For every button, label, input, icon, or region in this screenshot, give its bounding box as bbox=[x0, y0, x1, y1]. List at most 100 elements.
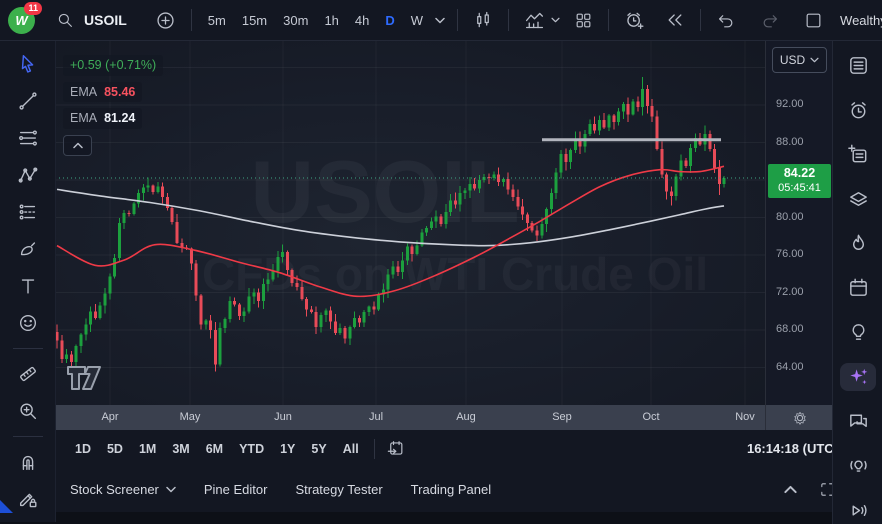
sidebar-watchlist[interactable] bbox=[840, 52, 876, 79]
price-tick-label: 76.00 bbox=[776, 248, 804, 260]
bottom-tab-trading-panel[interactable]: Trading Panel bbox=[411, 482, 491, 497]
broadcast-bulb-icon bbox=[847, 454, 870, 477]
tool-ruler[interactable] bbox=[9, 360, 47, 388]
chart-style-button[interactable] bbox=[466, 4, 500, 36]
cursor-icon bbox=[17, 53, 39, 75]
range-button-1D[interactable]: 1D bbox=[67, 442, 99, 456]
tool-cursor[interactable] bbox=[9, 50, 47, 78]
timeframe-15m[interactable]: 15m bbox=[234, 13, 275, 28]
undo-button[interactable] bbox=[709, 4, 742, 36]
range-button-YTD[interactable]: YTD bbox=[231, 442, 272, 456]
timeframe-group: 5m15m30m1h4hDW bbox=[200, 13, 431, 28]
rangebar-divider bbox=[374, 439, 375, 459]
range-button-1M[interactable]: 1M bbox=[131, 442, 164, 456]
tool-emoji[interactable] bbox=[9, 309, 47, 337]
bottom-panel-tabs: Stock Screener Pine Editor Strategy Tester… bbox=[55, 467, 847, 512]
sidebar-alerts[interactable] bbox=[840, 96, 876, 123]
trend-line-icon bbox=[17, 90, 39, 112]
month-label-Nov: Nov bbox=[735, 411, 755, 423]
app-logo[interactable]: W 11 bbox=[8, 7, 35, 34]
range-button-6M[interactable]: 6M bbox=[198, 442, 231, 456]
range-button-3M[interactable]: 3M bbox=[164, 442, 197, 456]
rail-divider bbox=[13, 436, 43, 437]
toolbar-divider bbox=[191, 9, 192, 31]
sidebar-object-tree[interactable] bbox=[840, 185, 876, 212]
tool-zoom-in[interactable] bbox=[9, 397, 47, 425]
timeframe-4h[interactable]: 4h bbox=[347, 13, 377, 28]
timeframe-more-button[interactable] bbox=[431, 4, 449, 36]
sidebar-ai-assistant[interactable] bbox=[840, 363, 876, 390]
bar-replay-button[interactable] bbox=[658, 4, 692, 36]
timeframe-30m[interactable]: 30m bbox=[275, 13, 316, 28]
layout-name[interactable]: Wealthy Educ bbox=[840, 13, 882, 28]
right-sidebar bbox=[832, 40, 882, 524]
top-toolbar: W 11 USOIL 5m15m30m1h4hDW bbox=[0, 0, 882, 41]
sidebar-calendar[interactable] bbox=[840, 274, 876, 301]
layout-grid-button[interactable] bbox=[567, 4, 600, 36]
sidebar-broadcast[interactable] bbox=[840, 452, 876, 479]
toolbar-divider bbox=[457, 9, 458, 31]
bottom-tab-strategy-tester[interactable]: Strategy Tester bbox=[295, 482, 382, 497]
bottom-tab-stock-screener[interactable]: Stock Screener bbox=[70, 482, 176, 497]
tradingview-logo[interactable] bbox=[68, 367, 100, 389]
create-alert-button[interactable] bbox=[617, 4, 652, 36]
axis-settings-corner[interactable] bbox=[765, 405, 833, 430]
notes-plus-icon bbox=[847, 143, 870, 166]
bottom-tab-pine-editor[interactable]: Pine Editor bbox=[204, 482, 268, 497]
chevron-down-icon bbox=[551, 17, 560, 23]
go-to-date-button[interactable] bbox=[382, 433, 409, 465]
rail-divider bbox=[13, 348, 43, 349]
save-layout-button[interactable] bbox=[797, 4, 830, 36]
tool-brush[interactable] bbox=[9, 235, 47, 263]
timeframe-W[interactable]: W bbox=[403, 13, 431, 28]
symbol-change-value[interactable]: +0.59 (+0.71%) bbox=[63, 55, 163, 76]
pencil-lock-icon bbox=[17, 488, 39, 510]
time-axis[interactable]: AprMayJunJulAugSepOctNov bbox=[55, 405, 765, 430]
sidebar-notes[interactable] bbox=[840, 141, 876, 168]
symbol-title: USOIL bbox=[84, 12, 127, 28]
currency-selector[interactable]: USD bbox=[772, 47, 827, 73]
tool-projection[interactable] bbox=[9, 198, 47, 226]
redo-button[interactable] bbox=[754, 4, 787, 36]
timeframe-5m[interactable]: 5m bbox=[200, 13, 234, 28]
legend-collapse-button[interactable] bbox=[63, 135, 92, 156]
layers-icon bbox=[847, 188, 870, 211]
month-label-May: May bbox=[180, 411, 201, 423]
symbol-search-button[interactable]: USOIL bbox=[49, 4, 134, 36]
fib-retracement-icon bbox=[17, 127, 39, 149]
timeframe-D[interactable]: D bbox=[377, 13, 402, 28]
timeframe-1h[interactable]: 1h bbox=[316, 13, 346, 28]
price-tick-label: 80.00 bbox=[776, 211, 804, 223]
sidebar-chat[interactable] bbox=[840, 408, 876, 435]
tool-magnet[interactable] bbox=[9, 448, 47, 476]
price-axis[interactable]: USD 84.22 05:45:41 92.0088.0080.0076.007… bbox=[765, 40, 833, 405]
panel-expand-button[interactable] bbox=[781, 474, 800, 506]
candlestick-chart-icon bbox=[473, 10, 493, 30]
tool-text[interactable] bbox=[9, 272, 47, 300]
notification-badge: 11 bbox=[24, 2, 42, 15]
toolbar-divider bbox=[700, 9, 701, 31]
price-tick-label: 72.00 bbox=[776, 286, 804, 298]
drawing-toolbar bbox=[0, 40, 56, 522]
range-button-5Y[interactable]: 5Y bbox=[303, 442, 334, 456]
sidebar-ideas[interactable] bbox=[840, 319, 876, 346]
axis-clock[interactable]: 16:14:18 (UTC) bbox=[747, 441, 838, 456]
go-to-date-icon bbox=[386, 439, 405, 458]
range-button-1Y[interactable]: 1Y bbox=[272, 442, 303, 456]
sidebar-hotlists[interactable] bbox=[840, 230, 876, 257]
compare-add-button[interactable] bbox=[148, 4, 183, 36]
range-button-5D[interactable]: 5D bbox=[99, 442, 131, 456]
tool-xabcd-pattern[interactable] bbox=[9, 161, 47, 189]
legend-ema-row[interactable]: EMA85.46 bbox=[63, 82, 142, 103]
sidebar-streams[interactable] bbox=[840, 497, 876, 524]
indicator-value: 81.24 bbox=[104, 111, 135, 125]
tool-trend-line[interactable] bbox=[9, 87, 47, 115]
indicator-label: EMA bbox=[70, 111, 97, 125]
legend-ema-row[interactable]: EMA 81.24 bbox=[63, 108, 142, 129]
search-icon bbox=[56, 11, 74, 29]
tool-fib-lines[interactable] bbox=[9, 124, 47, 152]
range-button-All[interactable]: All bbox=[335, 442, 367, 456]
indicators-button[interactable] bbox=[517, 4, 567, 36]
chevron-up-icon bbox=[784, 485, 797, 494]
tool-drawing-lock[interactable] bbox=[9, 485, 47, 513]
